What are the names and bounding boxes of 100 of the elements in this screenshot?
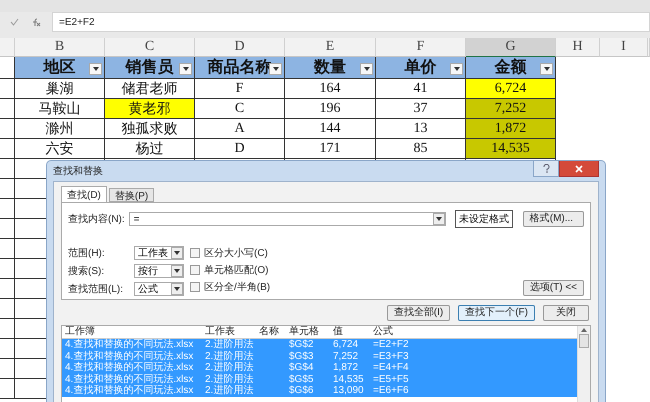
- table-cell: 滁州: [15, 119, 105, 139]
- table-cell: 41: [376, 79, 466, 99]
- list-column-header[interactable]: 值: [330, 326, 370, 338]
- help-button[interactable]: [533, 161, 559, 177]
- options-button[interactable]: 选项(T) <<: [522, 280, 584, 296]
- result-cell-text: 7,252: [332, 350, 360, 362]
- dialog-button[interactable]: 查找下一个(F): [458, 305, 535, 321]
- column-header[interactable]: E: [285, 38, 376, 57]
- table-cell: 六安: [15, 139, 105, 159]
- caret-icon: [92, 67, 98, 71]
- format-preview: 未设定格式: [454, 210, 513, 228]
- table-cell: 37: [376, 99, 466, 119]
- column-title: 销售员: [126, 58, 174, 78]
- column-header[interactable]: C: [105, 38, 195, 57]
- column-title: 金额: [494, 57, 526, 78]
- check-icon[interactable]: [10, 18, 19, 26]
- filter-button[interactable]: [540, 63, 553, 75]
- filter-button[interactable]: [179, 63, 192, 75]
- dialog-tab[interactable]: 替换(P): [108, 188, 154, 202]
- option-select[interactable]: 工作表: [134, 246, 184, 260]
- filter-button[interactable]: [360, 63, 373, 75]
- caret-icon: [364, 67, 370, 71]
- table-cell: 7,252: [466, 99, 556, 119]
- dropdown-button[interactable]: [432, 213, 445, 225]
- format-button[interactable]: 格式(M)...: [522, 211, 584, 227]
- result-cell-text: 2.进阶用法: [204, 350, 254, 362]
- result-cell-text: 14,535: [332, 374, 365, 385]
- close-button[interactable]: [559, 161, 599, 177]
- result-cell-text: =E3+F3: [372, 350, 410, 362]
- table-cell: 164: [285, 79, 376, 99]
- table-cell: 171: [285, 139, 376, 159]
- table-cell: 独孤求败: [105, 119, 195, 139]
- grid-cell: [0, 159, 15, 179]
- table-cell: 196: [285, 99, 376, 119]
- option-select[interactable]: 按行: [134, 264, 184, 278]
- list-column-header[interactable]: 工作簿: [62, 326, 202, 338]
- filter-button[interactable]: [269, 63, 282, 75]
- table-cell: C: [195, 99, 285, 119]
- result-cell-text: $G$3: [288, 350, 314, 362]
- scroll-thumb[interactable]: [579, 334, 589, 348]
- table-cell: 1,872: [466, 119, 556, 139]
- result-cell-text: 4.查找和替换的不同玩法.xlsx: [64, 350, 194, 362]
- dropdown-button[interactable]: [171, 247, 183, 259]
- list-column-header[interactable]: 工作表: [202, 326, 256, 338]
- result-cell-text: 4.查找和替换的不同玩法.xlsx: [64, 374, 194, 384]
- table-cell: 144: [285, 119, 376, 139]
- column-header[interactable]: I: [600, 38, 648, 57]
- close-icon: [575, 164, 583, 172]
- checkbox-label: 区分全/半角(B): [204, 280, 270, 294]
- result-cell-text: 2.进阶用法: [204, 374, 254, 384]
- table-cell: 85: [376, 139, 466, 159]
- caret-icon: [174, 251, 180, 255]
- table-cell: D: [195, 139, 285, 159]
- dropdown-button[interactable]: [171, 283, 183, 295]
- column-header[interactable]: D: [195, 38, 285, 57]
- result-cell-text: 1,872: [332, 362, 360, 374]
- filter-button[interactable]: [89, 63, 102, 75]
- dialog-button[interactable]: 关闭: [543, 305, 589, 321]
- column-title: 地区: [44, 58, 76, 78]
- column-header[interactable]: G: [466, 38, 556, 57]
- table-cell: 黄老邪: [105, 99, 195, 119]
- result-cell-text: =E5+F5: [372, 374, 410, 385]
- result-cell-text: =E4+F4: [372, 362, 410, 374]
- result-cell-text: 13,090: [332, 385, 365, 396]
- filter-button[interactable]: [450, 63, 463, 75]
- dialog-tab[interactable]: 查找(D): [61, 186, 107, 202]
- checkbox-label: 区分大小写(C): [204, 246, 268, 260]
- list-column-header[interactable]: 单元格: [286, 326, 330, 338]
- find-field[interactable]: =: [128, 212, 446, 226]
- caret-icon: [174, 287, 180, 291]
- caret-icon: [454, 67, 460, 71]
- table-cell: 13: [376, 119, 466, 139]
- scroll-up-icon: [581, 328, 587, 332]
- result-cell-text: 6,724: [332, 339, 360, 350]
- checkbox[interactable]: [190, 265, 200, 275]
- dropdown-button[interactable]: [171, 265, 183, 277]
- column-header[interactable]: B: [15, 38, 105, 57]
- column-header[interactable]: H: [556, 38, 600, 57]
- result-cell-text: $G$6: [288, 385, 314, 396]
- caret-icon: [544, 67, 550, 71]
- table-cell: 马鞍山: [15, 99, 105, 119]
- option-select[interactable]: 公式: [134, 282, 184, 296]
- function-icon[interactable]: [31, 18, 41, 26]
- result-cell-text: 4.查找和替换的不同玩法.xlsx: [64, 362, 194, 374]
- caret-icon: [174, 269, 180, 273]
- checkbox-label: 单元格匹配(O): [204, 264, 268, 277]
- grid-cell: [0, 119, 15, 139]
- checkbox[interactable]: [190, 282, 200, 292]
- list-column-header[interactable]: 公式: [370, 326, 577, 338]
- grid-cell: [0, 99, 15, 119]
- column-header[interactable]: F: [376, 38, 466, 57]
- scrollbar[interactable]: [577, 326, 590, 402]
- checkbox[interactable]: [190, 248, 200, 258]
- list-column-header[interactable]: 名称: [256, 326, 286, 338]
- formula-field[interactable]: =E2+F2: [52, 12, 650, 32]
- result-cell-text: 2.进阶用法: [204, 362, 254, 374]
- table-cell: A: [195, 119, 285, 139]
- caret-icon: [182, 67, 188, 71]
- dialog-button[interactable]: 查找全部(I): [386, 305, 450, 321]
- dialog-title: 查找和替换: [53, 164, 103, 178]
